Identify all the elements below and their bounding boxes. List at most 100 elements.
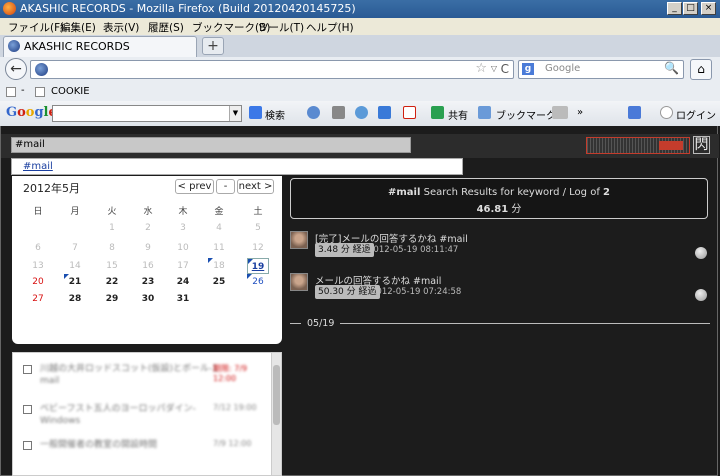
result-item[interactable]: [完了]メールの回答するかね #mail 3.48 分 経過 2012-05-1… bbox=[290, 231, 710, 267]
clock-icon[interactable] bbox=[355, 106, 368, 119]
star-icon[interactable] bbox=[478, 106, 491, 119]
status-dot-icon[interactable] bbox=[695, 289, 707, 301]
calendar-day[interactable]: 22 bbox=[101, 274, 123, 290]
menu-edit[interactable]: 編集(E) bbox=[60, 20, 96, 35]
calendar-day[interactable]: 31 bbox=[172, 291, 194, 307]
calendar-day[interactable]: 4 bbox=[208, 220, 230, 236]
calendar-day[interactable]: 2 bbox=[137, 220, 159, 236]
calendar-today-button[interactable]: - bbox=[216, 179, 235, 194]
bookmarks-button[interactable]: ブックマーク bbox=[496, 107, 556, 122]
share-globe-icon[interactable] bbox=[307, 106, 320, 119]
calendar-next-button[interactable]: next > bbox=[237, 179, 274, 194]
url-dropdown-icon[interactable]: ▽ bbox=[491, 64, 497, 73]
todo-list: 川越の大井ロッドスコット(仮設)とボール-1 mail 期限: 7/9 12:0… bbox=[12, 352, 282, 476]
day-name: 金 bbox=[214, 207, 224, 217]
menu-help[interactable]: ヘルプ(H) bbox=[306, 20, 354, 35]
share-button[interactable]: 共有 bbox=[448, 107, 468, 122]
google-search-input[interactable]: ▼ bbox=[52, 105, 242, 122]
calendar-day[interactable]: 8 bbox=[101, 240, 123, 256]
todo-checkbox[interactable] bbox=[23, 365, 32, 374]
calendar-day[interactable]: 7 bbox=[64, 240, 86, 256]
search-go-icon[interactable]: 🔍 bbox=[664, 61, 679, 75]
calendar-day[interactable]: 26 bbox=[247, 274, 269, 290]
calendar-prev-button[interactable]: < prev bbox=[175, 179, 214, 194]
wrench-icon[interactable] bbox=[628, 106, 641, 119]
calendar-day[interactable]: 20 bbox=[27, 274, 49, 290]
search-summary: #mail Search Results for keyword / Log o… bbox=[290, 178, 708, 219]
avatar bbox=[290, 231, 308, 249]
page-icon[interactable] bbox=[332, 106, 345, 119]
calendar-day[interactable]: 21 bbox=[64, 274, 86, 290]
summary-total-time: 46.81 bbox=[476, 204, 509, 215]
google-logo: Google bbox=[6, 105, 57, 120]
calendar-day[interactable]: 11 bbox=[208, 240, 230, 256]
calendar-day[interactable]: 3 bbox=[172, 220, 194, 236]
login-button[interactable]: ログイン bbox=[676, 107, 716, 122]
google-search-button[interactable]: 検索 bbox=[265, 107, 285, 122]
app-logo-icon[interactable]: 閃 bbox=[693, 136, 710, 154]
calendar-day[interactable]: 9 bbox=[137, 240, 159, 256]
google-search-icon[interactable] bbox=[249, 106, 262, 119]
calendar-day[interactable]: 24 bbox=[172, 274, 194, 290]
tab-akashic-records[interactable]: AKASHIC RECORDS bbox=[3, 36, 197, 57]
calendar-day[interactable]: 14 bbox=[64, 258, 86, 274]
calendar-day[interactable]: 15 bbox=[101, 258, 123, 274]
bookmark-folder-icon[interactable] bbox=[6, 87, 16, 97]
calendar-day[interactable]: 16 bbox=[137, 258, 159, 274]
gmail-icon[interactable] bbox=[403, 106, 416, 119]
todo-checkbox[interactable] bbox=[23, 405, 32, 414]
more-chevron-icon[interactable]: » bbox=[577, 107, 583, 118]
url-bar[interactable]: ☆ ▽ C bbox=[30, 60, 514, 79]
puzzle-icon[interactable] bbox=[378, 106, 391, 119]
home-button[interactable]: ⌂ bbox=[690, 59, 712, 80]
search-bar[interactable]: g Google 🔍 bbox=[518, 60, 684, 79]
todo-checkbox[interactable] bbox=[23, 441, 32, 450]
calendar-day[interactable]: 5 bbox=[247, 220, 269, 236]
scrollbar-thumb[interactable] bbox=[273, 365, 280, 425]
app-logo-banner[interactable] bbox=[586, 137, 690, 154]
calendar-day[interactable]: 1 bbox=[101, 220, 123, 236]
calendar-day[interactable]: 6 bbox=[27, 240, 49, 256]
close-button[interactable]: × bbox=[701, 2, 716, 15]
translate-icon[interactable] bbox=[431, 106, 444, 119]
calendar-day[interactable]: 12 bbox=[247, 240, 269, 256]
google-toolbar: Google ▼ 検索 共有 ブックマーク » ログイン bbox=[0, 101, 720, 126]
minimize-button[interactable]: _ bbox=[667, 2, 682, 15]
status-dot-icon[interactable] bbox=[695, 247, 707, 259]
chevron-down-icon[interactable]: ▼ bbox=[229, 106, 241, 121]
calendar-day[interactable]: 10 bbox=[172, 240, 194, 256]
bookmark-star-icon[interactable]: ☆ bbox=[475, 61, 487, 76]
menu-history[interactable]: 履歴(S) bbox=[148, 20, 184, 35]
summary-line-1: #mail Search Results for keyword / Log o… bbox=[291, 187, 707, 198]
calendar-day[interactable]: 25 bbox=[208, 274, 230, 290]
folder-icon[interactable] bbox=[552, 106, 568, 119]
autocomplete-suggestion[interactable]: #mail bbox=[23, 161, 53, 172]
calendar-day[interactable]: 27 bbox=[27, 291, 49, 307]
calendar-day[interactable]: 28 bbox=[64, 291, 86, 307]
calendar-day[interactable]: 23 bbox=[137, 274, 159, 290]
maximize-button[interactable]: □ bbox=[683, 2, 698, 15]
back-button[interactable]: ← bbox=[5, 58, 27, 80]
date-divider bbox=[290, 323, 710, 324]
user-icon[interactable] bbox=[660, 106, 673, 119]
reload-icon[interactable]: C bbox=[501, 62, 509, 76]
search-engine-icon[interactable]: g bbox=[522, 63, 534, 75]
calendar-day[interactable]: 29 bbox=[101, 291, 123, 307]
menu-view[interactable]: 表示(V) bbox=[103, 20, 139, 35]
calendar-day[interactable]: 13 bbox=[27, 258, 49, 274]
menu-tools[interactable]: ツール(T) bbox=[258, 20, 304, 35]
calendar-day[interactable]: 17 bbox=[172, 258, 194, 274]
summary-text: Search Results for keyword / Log of bbox=[423, 187, 600, 198]
result-item[interactable]: メールの回答するかね #mail 50.30 分 経過 2012-05-19 0… bbox=[290, 273, 710, 309]
bookmark-cookie[interactable]: COOKIE bbox=[51, 86, 90, 97]
keyword-search-input[interactable]: #mail bbox=[11, 137, 411, 153]
calendar-day[interactable]: 19 bbox=[247, 258, 269, 274]
calendar-day[interactable]: 18 bbox=[208, 258, 230, 274]
todo-scrollbar[interactable] bbox=[271, 353, 281, 475]
summary-keyword: #mail bbox=[388, 187, 421, 198]
new-tab-button[interactable]: + bbox=[202, 37, 224, 55]
result-datetime: 2012-05-19 07:24:58 bbox=[371, 287, 462, 297]
site-identity-icon[interactable] bbox=[35, 63, 48, 76]
menu-file[interactable]: ファイル(F) bbox=[8, 20, 64, 35]
calendar-day[interactable]: 30 bbox=[137, 291, 159, 307]
